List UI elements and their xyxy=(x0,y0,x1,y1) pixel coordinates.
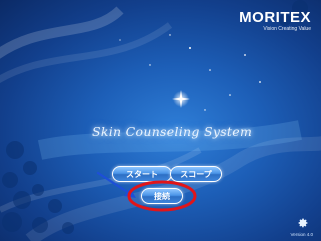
version-label: Version 4.0 xyxy=(290,232,313,237)
gear-icon[interactable] xyxy=(297,217,309,229)
app-screen: MORITEX Vision Creating Value Skin Couns… xyxy=(0,0,321,241)
annotation-overlay xyxy=(96,171,197,212)
highlight-circle xyxy=(127,180,197,212)
